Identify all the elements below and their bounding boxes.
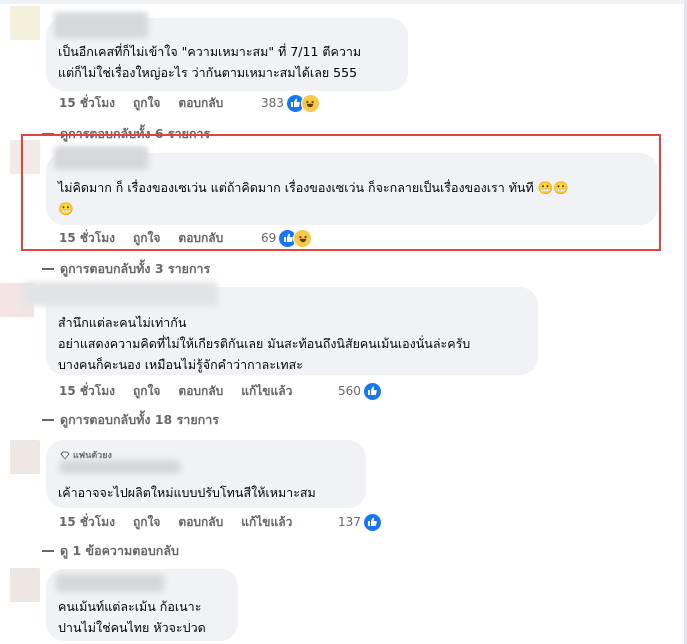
- reply-button[interactable]: ตอบกลับ: [178, 94, 223, 113]
- like-button[interactable]: ถูกใจ: [133, 94, 160, 113]
- diamond-icon: [60, 451, 70, 460]
- edited-label[interactable]: แก้ไขแล้ว: [241, 513, 292, 532]
- reaction-count: 560: [338, 384, 361, 398]
- comment-time[interactable]: 15 ชั่วโมง: [59, 382, 115, 401]
- like-button[interactable]: ถูกใจ: [133, 513, 160, 532]
- avatar[interactable]: [10, 6, 40, 40]
- reply-button[interactable]: ตอบกลับ: [178, 382, 223, 401]
- dash-icon: [42, 268, 54, 270]
- top-edge: [0, 0, 687, 4]
- comment-actions: 15 ชั่วโมง ถูกใจ ตอบกลับ แก้ไขแล้ว: [59, 382, 310, 400]
- blurred-commenter-name: [22, 282, 218, 306]
- avatar[interactable]: [10, 568, 40, 602]
- avatar[interactable]: [10, 440, 40, 474]
- comment-text: สำนึกแต่ละคนไม่เท่ากัน อย่าแสดงความคิดที…: [58, 315, 471, 372]
- comment-text: คนเม้นท์แต่ละเม้น ก้อเนาะ ปานไม่ใช่คนไทย…: [58, 599, 206, 635]
- blurred-commenter-name: [54, 12, 148, 38]
- like-icon: [362, 512, 382, 532]
- blurred-commenter-name: [60, 460, 180, 474]
- highlight-box: [21, 134, 661, 251]
- comment-actions: 15 ชั่วโมง ถูกใจ ตอบกลับ แก้ไขแล้ว: [59, 513, 310, 531]
- reply-button[interactable]: ตอบกลับ: [178, 513, 223, 532]
- comment-actions: 15 ชั่วโมง ถูกใจ ตอบกลับ: [59, 94, 241, 112]
- view-replies-link[interactable]: ดู 1 ข้อความตอบกลับ: [42, 541, 179, 561]
- view-replies-label: ดูการตอบกลับทั้ง 18 รายการ: [60, 412, 219, 427]
- reaction-count: 383: [261, 96, 284, 110]
- like-icon: [362, 381, 382, 401]
- view-replies-link[interactable]: ดูการตอบกลับทั้ง 3 รายการ: [42, 259, 210, 279]
- comment-text: เป็นอีกเคสที่ก็ไม่เข้าใจ "ความเหมาะสม" ท…: [58, 44, 362, 80]
- comment-time[interactable]: 15 ชั่วโมง: [59, 94, 115, 113]
- dash-icon: [42, 550, 54, 552]
- dash-icon: [42, 419, 54, 421]
- like-button[interactable]: ถูกใจ: [133, 382, 160, 401]
- view-replies-label: ดูการตอบกลับทั้ง 3 รายการ: [60, 261, 211, 276]
- comment-time[interactable]: 15 ชั่วโมง: [59, 513, 115, 532]
- reaction-summary[interactable]: 383: [261, 93, 320, 113]
- view-replies-link[interactable]: ดูการตอบกลับทั้ง 18 รายการ: [42, 410, 219, 430]
- edited-label[interactable]: แก้ไขแล้ว: [241, 382, 292, 401]
- comment-text: เค้าอาจจะไปผลิตใหม่แบบปรับโทนสีให้เหมาะส…: [58, 485, 316, 500]
- reaction-summary[interactable]: 137: [338, 512, 382, 532]
- haha-icon: [300, 93, 320, 113]
- blurred-commenter-name: [56, 574, 164, 592]
- view-replies-label: ดู 1 ข้อความตอบกลับ: [60, 543, 179, 558]
- reaction-count: 137: [338, 515, 361, 529]
- reaction-summary[interactable]: 560: [338, 381, 382, 401]
